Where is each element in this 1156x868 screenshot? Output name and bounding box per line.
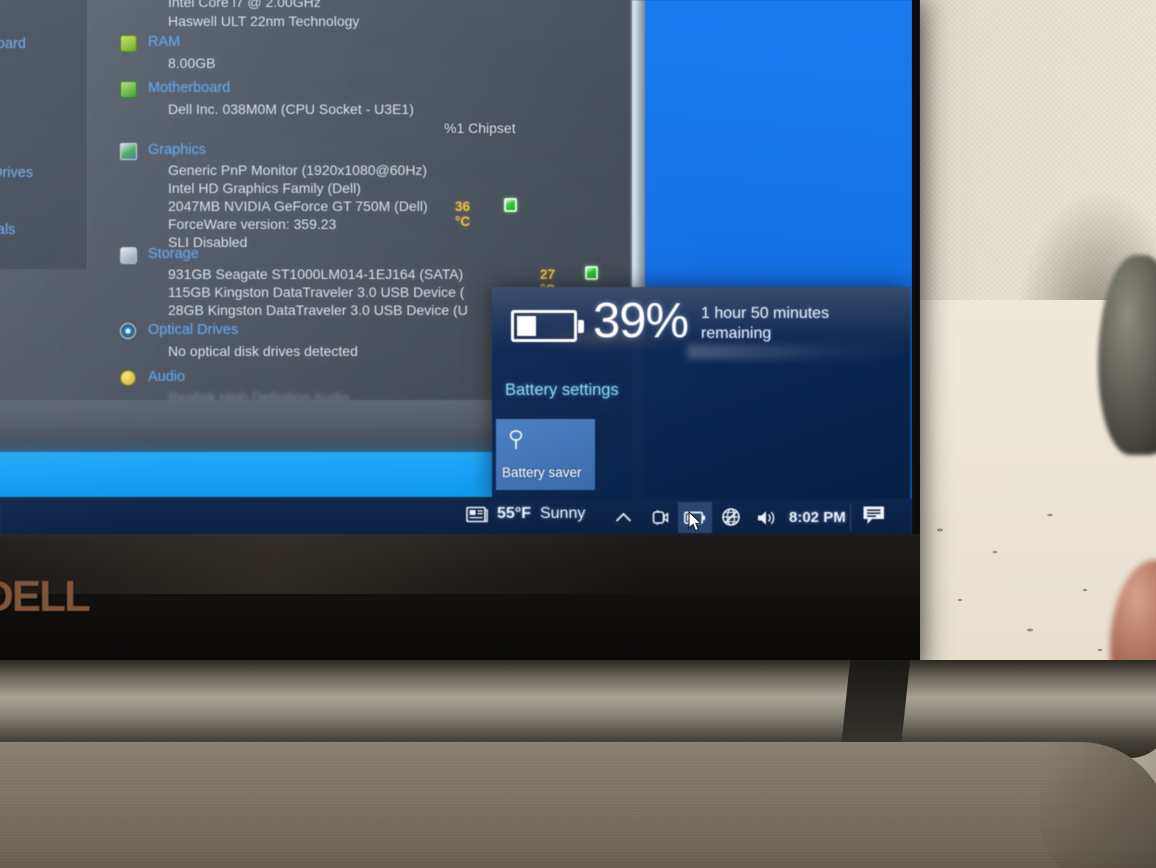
taskbar-divider	[850, 505, 851, 531]
graphics-temp-status-led	[504, 198, 517, 212]
graphics-line-3: 2047MB NVIDIA GeForce GT 750M (Dell)	[168, 198, 428, 214]
cpu-line-2: Haswell ULT 22nm Technology	[168, 13, 360, 29]
motherboard-chipset: %1 Chipset	[444, 120, 516, 136]
speaker-icon	[758, 510, 775, 525]
graphics-icon	[120, 143, 137, 160]
tray-volume-icon-button[interactable]	[750, 502, 784, 533]
battery-fill-level	[517, 316, 536, 336]
battery-saver-tile[interactable]: Battery saver	[496, 419, 595, 490]
motherboard-title[interactable]: Motherboard	[148, 80, 230, 96]
audio-icon	[120, 370, 136, 386]
sidebar-item-network[interactable]: rk	[0, 265, 88, 281]
battery-time-remaining: 1 hour 50 minutes remaining	[701, 305, 830, 342]
action-center-button[interactable]	[862, 505, 886, 527]
ram-line-1: 8.00GB	[168, 55, 216, 71]
sidebar-item-peripherals[interactable]: erals	[0, 222, 88, 238]
battery-icon	[511, 310, 577, 342]
weather-condition: Sunny	[539, 505, 586, 522]
laptop-palmrest	[0, 742, 1156, 868]
sidebar-scrollbar[interactable]	[80, 0, 88, 261]
battery-percentage: 39%	[593, 294, 689, 348]
motherboard-icon	[120, 81, 137, 98]
globe-no-internet-icon	[721, 508, 740, 526]
palmrest-texture	[0, 742, 1156, 868]
speccy-sidebar[interactable]: rboard cs e Drives erals rk	[0, 0, 88, 269]
graphics-title[interactable]: Graphics	[148, 142, 206, 158]
ram-icon	[120, 35, 137, 52]
battery-icon-terminal	[578, 320, 584, 333]
leaf-icon	[509, 430, 523, 449]
flyout-smear-right	[687, 345, 912, 359]
tray-network-icon-button[interactable]	[714, 502, 748, 533]
storage-temp-status-led	[585, 266, 598, 280]
weather-temperature: 55°F	[497, 505, 531, 522]
graphics-line-4: ForceWare version: 359.23	[168, 216, 337, 232]
mouse-cursor	[688, 511, 702, 532]
show-hidden-icons-chevron[interactable]	[606, 502, 640, 533]
sidebar-item-graphics[interactable]: cs	[0, 79, 88, 95]
graphics-line-2: Intel HD Graphics Family (Dell)	[168, 180, 361, 196]
taskbar-clock[interactable]: 8:02 PM	[789, 509, 846, 526]
photo-scene: rboard cs e Drives erals rk Intel Core i…	[0, 0, 1156, 868]
battery-saver-label: Battery saver	[502, 465, 582, 480]
battery-flyout-panel[interactable]: 39% 1 hour 50 minutes remaining Battery …	[492, 287, 912, 499]
camera-icon	[652, 510, 669, 525]
sidebar-item-storage[interactable]: e	[0, 122, 88, 138]
tray-camera-icon-button[interactable]	[643, 502, 677, 533]
action-center-icon	[863, 506, 884, 524]
ram-title[interactable]: RAM	[148, 34, 180, 50]
bezel-glare	[0, 534, 920, 594]
storage-title[interactable]: Storage	[148, 246, 199, 262]
sidebar-item-motherboard[interactable]: rboard	[0, 36, 88, 52]
taskbar[interactable]: 55°F Sunny 8:02 PM	[0, 499, 912, 537]
optical-drive-icon	[120, 323, 136, 339]
news-weather-icon	[466, 506, 488, 522]
storage-line-3: 28GB Kingston DataTraveler 3.0 USB Devic…	[168, 302, 468, 318]
optical-drives-line-1: No optical disk drives detected	[168, 343, 358, 359]
audio-title[interactable]: Audio	[148, 369, 185, 385]
chevron-up-icon	[615, 512, 631, 522]
dell-logo: DELL	[0, 572, 91, 621]
laptop-screen: rboard cs e Drives erals rk Intel Core i…	[0, 0, 912, 537]
cpu-line-1: Intel Core i7 @ 2.00GHz	[168, 0, 321, 10]
optical-drives-title[interactable]: Optical Drives	[148, 322, 238, 338]
graphics-temperature: 36 °C	[455, 199, 471, 229]
motherboard-line-1: Dell Inc. 038M0M (CPU Socket - U3E1)	[168, 101, 414, 117]
taskbar-weather-widget[interactable]: 55°F Sunny	[466, 505, 585, 523]
storage-line-1: 931GB Seagate ST1000LM014-1EJ164 (SATA)	[168, 266, 464, 282]
graphics-line-1: Generic PnP Monitor (1920x1080@60Hz)	[168, 162, 428, 178]
palmrest-right-edge	[1040, 742, 1156, 868]
storage-line-2: 115GB Kingston DataTraveler 3.0 USB Devi…	[168, 284, 465, 300]
storage-icon	[120, 247, 137, 264]
battery-settings-link[interactable]: Battery settings	[505, 381, 619, 400]
